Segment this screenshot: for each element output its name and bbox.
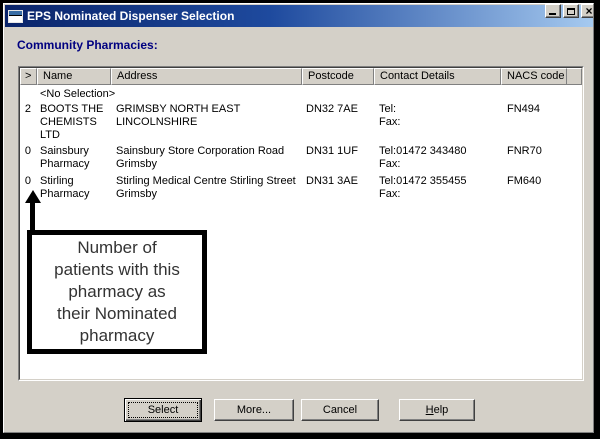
select-button[interactable]: Select: [124, 398, 202, 422]
window-title: EPS Nominated Dispenser Selection: [27, 9, 234, 23]
pharmacy-nacs-code: FN494: [501, 103, 567, 116]
list-header-row: > Name Address Postcode Contact Details …: [20, 68, 582, 85]
maximize-icon: [567, 8, 575, 15]
nominated-count: 2: [20, 103, 37, 116]
header-filler: [567, 68, 582, 85]
pharmacy-address: Stirling Medical Centre Stirling Street …: [111, 175, 302, 201]
header-count[interactable]: >: [20, 68, 37, 85]
table-row-boots[interactable]: 2 BOOTS THE CHEMISTS LTD GRIMSBY NORTH E…: [20, 103, 582, 142]
table-row-stirling[interactable]: 0 Stirling Pharmacy Stirling Medical Cen…: [20, 175, 582, 201]
pharmacy-name: BOOTS THE CHEMISTS LTD: [37, 103, 111, 142]
section-label: Community Pharmacies:: [17, 38, 158, 52]
header-address[interactable]: Address: [111, 68, 302, 85]
callout-arrow-shaft: [30, 202, 35, 231]
maximize-button[interactable]: [563, 4, 579, 18]
header-nacs-code[interactable]: NACS code: [501, 68, 567, 85]
pharmacy-nacs-code: FNR70: [501, 145, 567, 158]
pharmacy-address: GRIMSBY NORTH EAST LINCOLNSHIRE: [111, 103, 302, 129]
help-button[interactable]: Help: [399, 399, 475, 421]
table-row-no-selection[interactable]: <No Selection>: [20, 88, 582, 101]
pharmacy-nacs-code: FM640: [501, 175, 567, 188]
close-icon: ×: [585, 6, 592, 16]
pharmacy-contact: Tel: Fax:: [374, 103, 501, 129]
pharmacy-name: Sainsbury Pharmacy: [37, 145, 111, 171]
titlebar-controls: ×: [545, 4, 597, 18]
list-body: <No Selection> 2 BOOTS THE CHEMISTS LTD …: [20, 88, 582, 201]
pharmacy-postcode: DN32 7AE: [302, 103, 374, 116]
annotation-callout: Number of patients with this pharmacy as…: [27, 230, 207, 354]
nominated-count: 0: [20, 175, 37, 188]
pharmacy-contact: Tel:01472 343480 Fax:: [374, 145, 501, 171]
pharmacy-postcode: DN31 1UF: [302, 145, 374, 158]
pharmacy-address: Sainsbury Store Corporation Road Grimsby: [111, 145, 302, 171]
table-row-sainsbury[interactable]: 0 Sainsbury Pharmacy Sainsbury Store Cor…: [20, 145, 582, 171]
nominated-count: 0: [20, 145, 37, 158]
header-name[interactable]: Name: [37, 68, 111, 85]
titlebar[interactable]: EPS Nominated Dispenser Selection: [5, 5, 594, 27]
pharmacy-name: Stirling Pharmacy: [37, 175, 111, 201]
pharmacy-postcode: DN31 3AE: [302, 175, 374, 188]
minimize-button[interactable]: [545, 4, 561, 18]
no-selection-label: <No Selection>: [37, 88, 115, 101]
minimize-icon: [549, 13, 556, 15]
header-contact-details[interactable]: Contact Details: [374, 68, 501, 85]
header-postcode[interactable]: Postcode: [302, 68, 374, 85]
close-button[interactable]: ×: [581, 4, 597, 18]
cancel-button[interactable]: Cancel: [301, 399, 379, 421]
more-button[interactable]: More...: [214, 399, 294, 421]
pharmacy-contact: Tel:01472 355455 Fax:: [374, 175, 501, 201]
window-icon: [8, 10, 23, 23]
